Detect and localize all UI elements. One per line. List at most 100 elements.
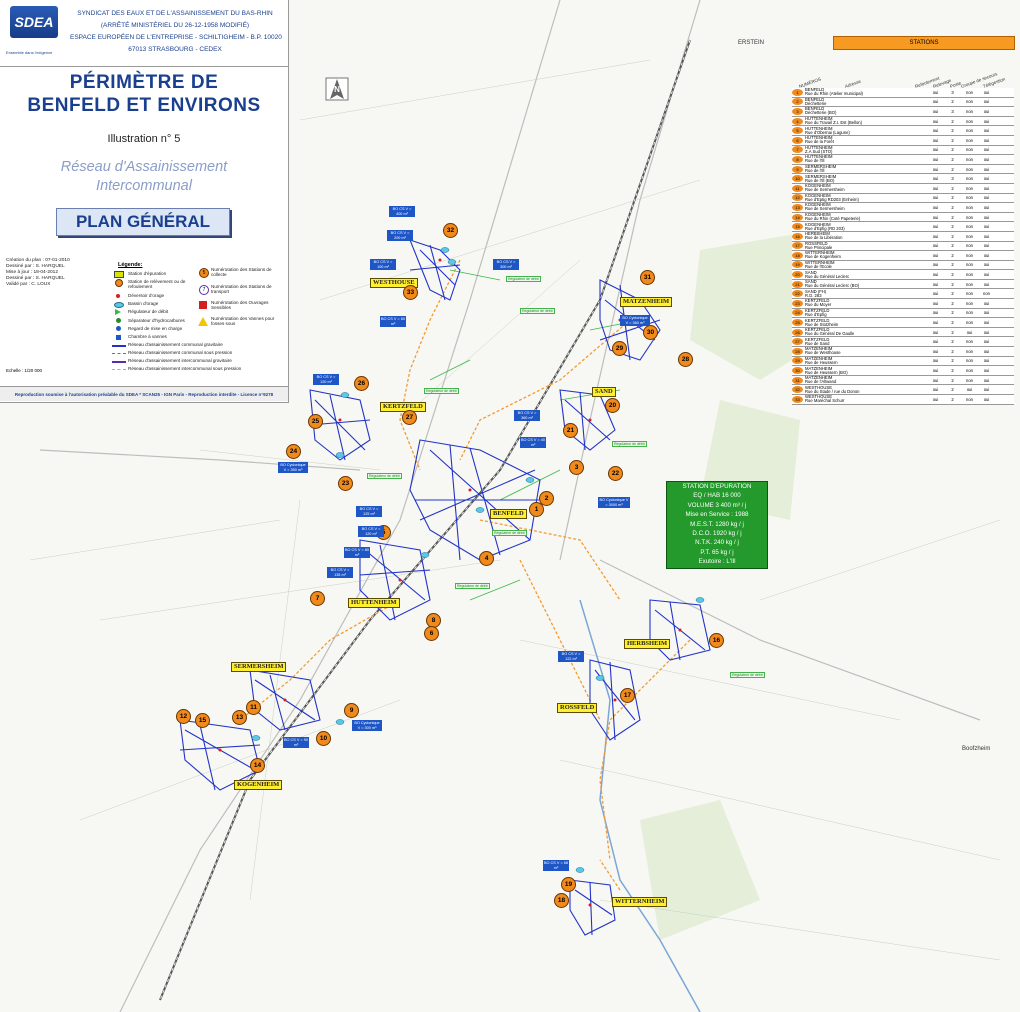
station-row: 20 SAND Rue du Général Leclerc oui 2 non oui: [792, 270, 1014, 280]
station-name-cell: KERTZFELD Rue de Stotzheim: [805, 319, 927, 327]
station-marker-22[interactable]: 22: [608, 466, 623, 481]
station-marker-24[interactable]: 24: [286, 444, 301, 459]
station-marker-32[interactable]: 32: [443, 223, 458, 238]
station-marker-4[interactable]: 4: [479, 551, 494, 566]
station-marker-27[interactable]: 27: [402, 410, 417, 425]
station-cell: oui: [966, 329, 973, 335]
station-number-icon: 13: [792, 203, 803, 211]
station-marker-29[interactable]: 29: [612, 341, 627, 356]
station-marker-16[interactable]: 16: [709, 633, 724, 648]
station-marker-21[interactable]: 21: [563, 423, 578, 438]
station-number-icon: 3: [792, 107, 803, 115]
station-cell: oui: [983, 128, 990, 134]
step-line: VOLUME 3 400 m³ / j: [687, 501, 747, 509]
station-cell: 2: [951, 233, 954, 239]
plan-general-banner: PLAN GÉNÉRAL: [56, 208, 230, 236]
station-marker-17[interactable]: 17: [620, 688, 635, 703]
station-cell: oui: [966, 387, 973, 393]
station-marker-26[interactable]: 26: [354, 376, 369, 391]
station-cell: oui: [932, 195, 939, 201]
svg-text:N: N: [334, 85, 340, 94]
station-row: 23 KERTZFELD Rue du Moyer oui 2 non oui: [792, 299, 1014, 309]
station-marker-18[interactable]: 18: [554, 893, 569, 908]
station-row: 13 KOGENHEIM Rue de Sermersheim oui 2 non oui: [792, 203, 1014, 213]
storm-basin-label: BO CS V = 300 m³: [493, 259, 519, 270]
station-cell: non: [966, 147, 973, 153]
station-marker-6[interactable]: 6: [424, 626, 439, 641]
station-marker-25[interactable]: 25: [308, 414, 323, 429]
station-marker-19[interactable]: 19: [561, 877, 576, 892]
station-cell: non: [966, 300, 973, 306]
station-row: 15 KOGENHEIM Rue d'Epfig (RD 203) oui 2 non ou…: [792, 222, 1014, 232]
legend-item: Numérotation des Ouvrages Sensibles: [211, 300, 269, 310]
station-row: 11 KOGENHEIM Rue de Sermersheim oui 2 non oui: [792, 183, 1014, 194]
station-cell: non: [966, 243, 973, 249]
station-number-icon: 15: [792, 223, 803, 231]
station-address: Rue d'Epfig (RD 203): [805, 225, 845, 231]
flow-regulator-label: Régulateur de débit: [506, 276, 541, 282]
station-marker-15[interactable]: 15: [195, 713, 210, 728]
meta-line: Validé par : C. LOUX: [6, 282, 51, 287]
station-number-icon: 12: [792, 194, 803, 202]
step-line: Exutoire : L'Ill: [698, 558, 736, 566]
station-marker-14[interactable]: 14: [250, 758, 265, 773]
station-cell: oui: [932, 156, 939, 162]
station-cell: oui: [983, 329, 990, 335]
station-cell: 2: [951, 377, 954, 383]
station-cell: oui: [932, 204, 939, 210]
station-row: 9 SERMERSHEIM Rue de l'Ill oui 2 non oui: [792, 164, 1014, 175]
station-cell: non: [966, 185, 973, 191]
station-name-cell: MATZENHEIM Rue de Westhouse: [805, 347, 927, 355]
station-row: 25 KERTZFELD Rue de Stotzheim oui 2 non oui: [792, 318, 1014, 328]
station-name-cell: MATZENHEIM Rue de Heussern (BO): [805, 367, 927, 375]
station-cell: oui: [983, 281, 990, 287]
station-name-cell: ROSSFELD Rue Principale: [805, 242, 927, 250]
subtitle-line1: Réseau d'Assainissement: [60, 159, 228, 175]
station-cell: 2: [951, 396, 954, 402]
station-marker-1[interactable]: 1: [529, 502, 544, 517]
station-cell: 2: [951, 339, 954, 345]
station-cell: non: [966, 224, 973, 230]
intercommunal-pressure-line: [112, 369, 126, 370]
station-marker-30[interactable]: 30: [643, 325, 658, 340]
station-marker-10[interactable]: 10: [316, 731, 331, 746]
station-marker-31[interactable]: 31: [640, 270, 655, 285]
legend-item: Réseau d'assainissement intercommunal gr…: [128, 358, 232, 363]
station-cell: oui: [983, 137, 990, 143]
station-marker-9[interactable]: 9: [344, 703, 359, 718]
station-marker-7[interactable]: 7: [310, 591, 325, 606]
station-cell: oui: [983, 108, 990, 114]
station-marker-13[interactable]: 13: [232, 710, 247, 725]
station-name-cell: WESTHOUSE Rue Maréchal Schurr: [805, 395, 927, 403]
station-number-icon: 29: [792, 357, 803, 365]
station-row: 33 WESTHOUSE Rue Maréchal Schurr oui 2 non oui: [792, 395, 1014, 405]
station-cell: non: [966, 176, 973, 182]
station-marker-28[interactable]: 28: [678, 352, 693, 367]
station-name-cell: SERMERSHEIM Rue de l'Ill (BO): [805, 175, 927, 183]
legend-item: Station d'épuration: [128, 271, 167, 276]
station-marker-11[interactable]: 11: [246, 700, 261, 715]
station-cell: oui: [932, 387, 939, 393]
station-name-cell: KOGENHEIM Rue de Sermersheim: [805, 203, 927, 211]
station-cell: non: [966, 358, 973, 364]
station-cell: oui: [932, 147, 939, 153]
station-number-icon: 26: [792, 328, 803, 336]
station-name-cell: KERTZFELD Rue d'Epfig: [805, 309, 927, 317]
station-marker-23[interactable]: 23: [338, 476, 353, 491]
station-name-cell: WITTERNHEIM Rue de Kogenheim: [805, 251, 927, 259]
station-number-icon: 28: [792, 347, 803, 355]
gravity-network-line: [112, 345, 126, 347]
station-marker-12[interactable]: 12: [176, 709, 191, 724]
station-row: 31 MATZENHEIM Rue de l'Altwand oui 2 non oui: [792, 375, 1014, 386]
station-marker-3[interactable]: 3: [569, 460, 584, 475]
step-line: STATION D'EPURATION: [682, 483, 752, 490]
station-address: Rue Principale: [805, 244, 833, 250]
station-number-icon: 27: [792, 338, 803, 346]
station-cell: 2: [951, 185, 954, 191]
station-marker-20[interactable]: 20: [605, 398, 620, 413]
station-marker-33[interactable]: 33: [403, 285, 418, 300]
wastewater-plant-info: STATION D'EPURATION EQ / HAB 16 000 VOLU…: [666, 481, 768, 569]
station-number-icon: 1: [792, 88, 803, 96]
organisation-block: SYNDICAT DES EAUX ET DE L'ASSAINISSEMENT…: [70, 8, 282, 56]
station-number-icon: 7: [792, 146, 803, 154]
